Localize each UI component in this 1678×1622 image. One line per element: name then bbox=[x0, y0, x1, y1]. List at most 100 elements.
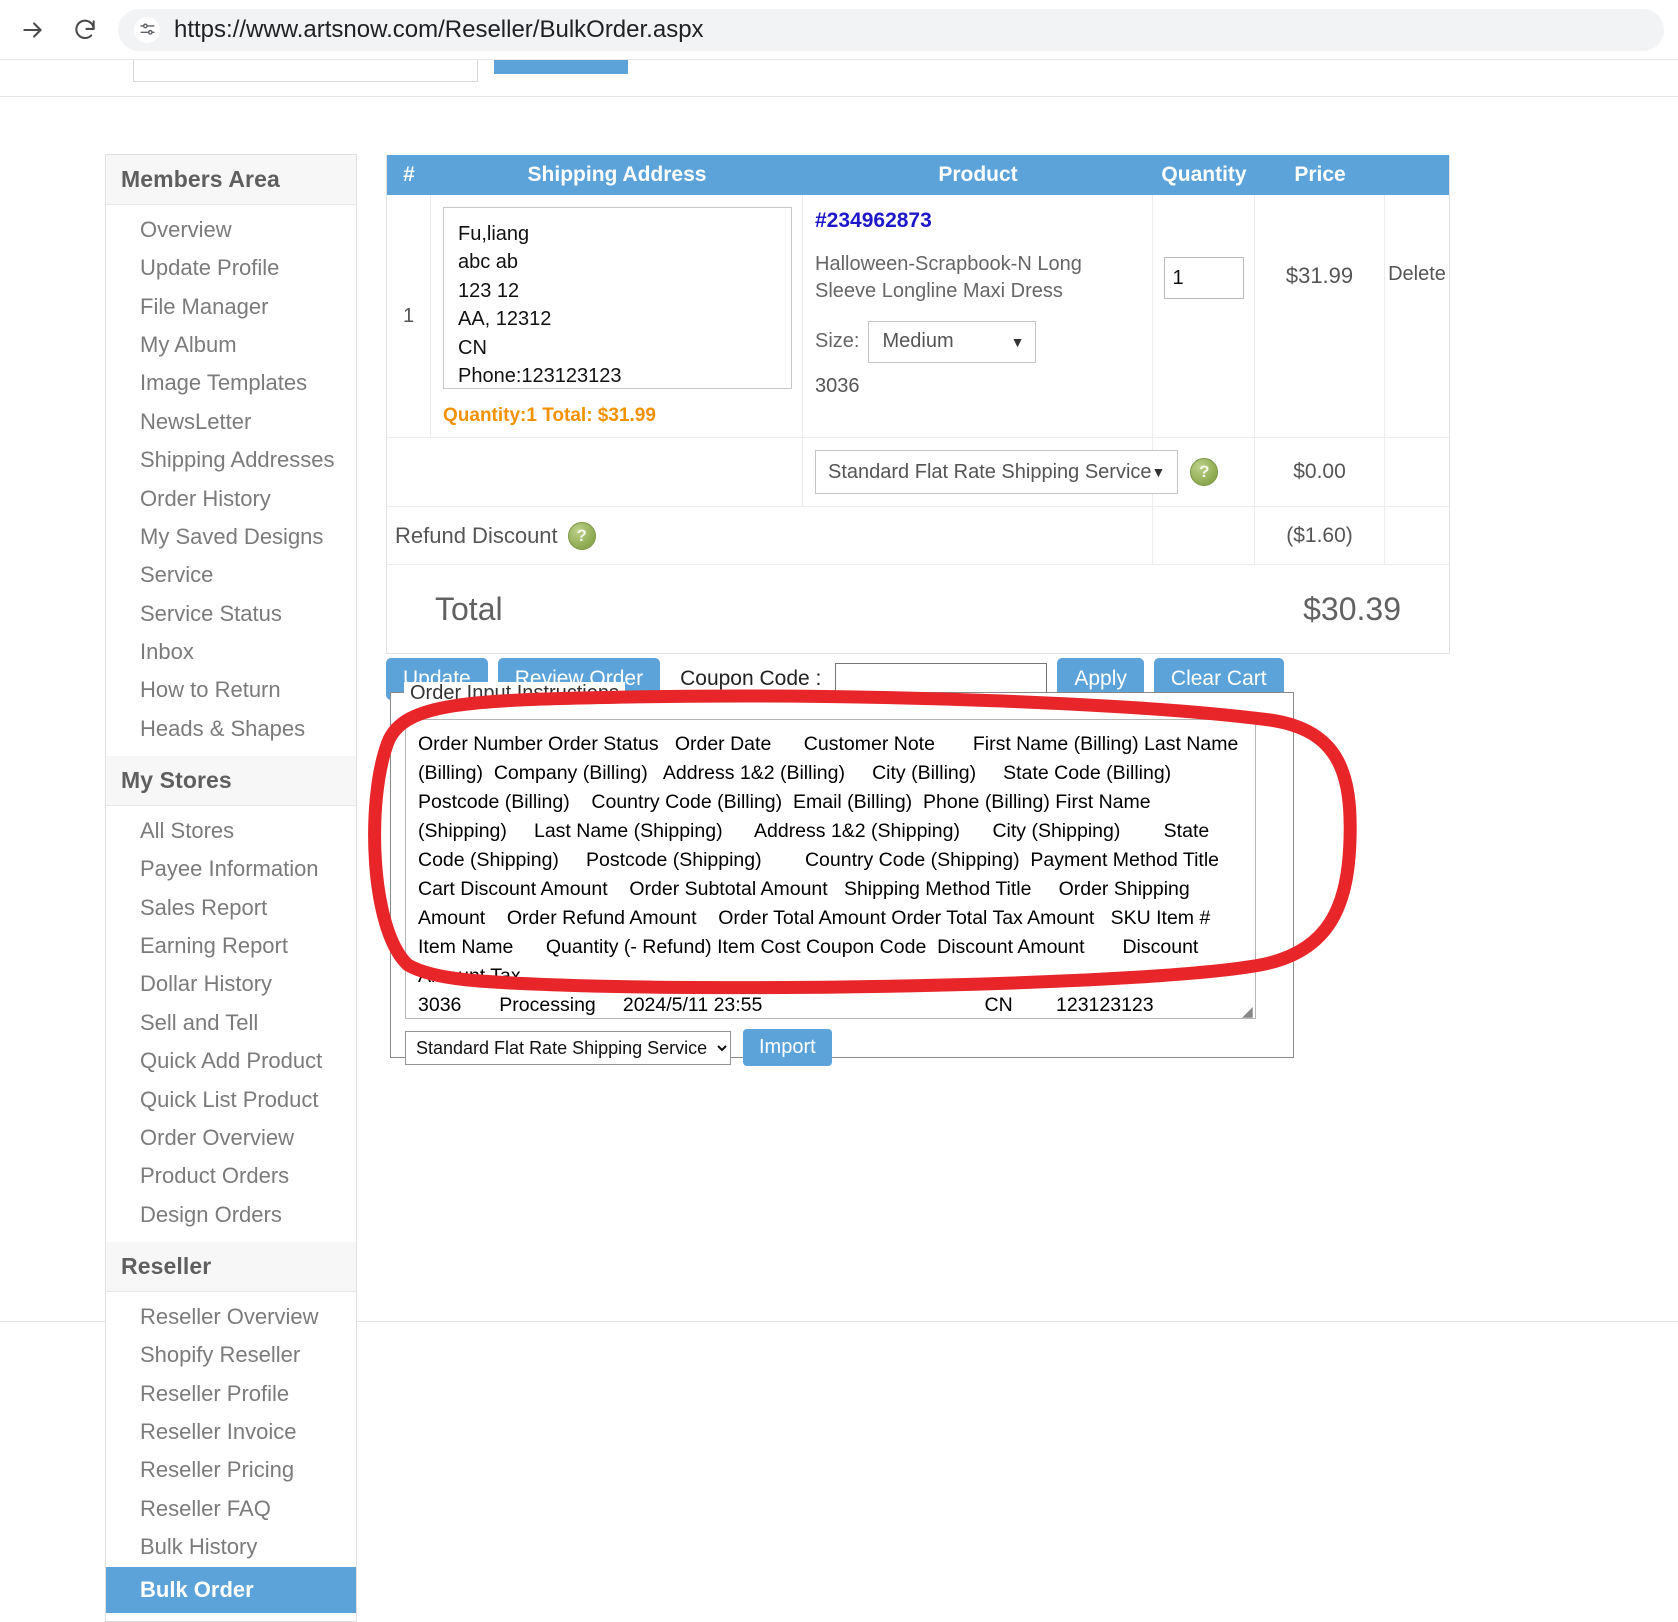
sidebar-item-bulk-order[interactable]: Bulk Order bbox=[106, 1566, 356, 1613]
row-quantity-total: Quantity:1 Total: $31.99 bbox=[443, 405, 656, 426]
shipping-price: $0.00 bbox=[1255, 438, 1385, 506]
sidebar-item-reseller-profile[interactable]: Reseller Profile bbox=[106, 1375, 356, 1413]
header-number: # bbox=[403, 163, 415, 186]
sidebar-group-list: Reseller Overview Shopify Reseller Reselle… bbox=[106, 1292, 356, 1621]
header-quantity: Quantity bbox=[1161, 163, 1247, 186]
forward-arrow-icon[interactable] bbox=[14, 11, 52, 49]
import-button[interactable]: Import bbox=[743, 1029, 832, 1066]
order-input-instructions-panel: Order Number Order Status Order Date Cus… bbox=[390, 692, 1294, 1066]
sidebar-group-title: Reseller bbox=[106, 1241, 356, 1292]
sidebar-item-sell-and-tell[interactable]: Sell and Tell bbox=[106, 1004, 356, 1042]
shipping-row-spacer bbox=[387, 438, 803, 506]
chevron-down-icon: ▼ bbox=[1010, 333, 1025, 350]
sidebar-item-sales-report[interactable]: Sales Report bbox=[106, 889, 356, 927]
refund-amount: ($1.60) bbox=[1255, 507, 1385, 564]
page-tab-active-stub bbox=[494, 60, 628, 74]
sidebar-item-order-history[interactable]: Order History bbox=[106, 480, 356, 518]
coupon-code-label: Coupon Code : bbox=[680, 667, 822, 690]
sidebar-item-reseller-faq[interactable]: Reseller FAQ bbox=[106, 1490, 356, 1528]
sidebar-item-quick-list-product[interactable]: Quick List Product bbox=[106, 1081, 356, 1119]
order-total-row: Total $30.39 bbox=[387, 565, 1449, 653]
sidebar-item-overview[interactable]: Overview bbox=[106, 211, 356, 249]
size-row: Size: Medium ▼ bbox=[815, 320, 1140, 363]
size-select[interactable]: Medium ▼ bbox=[868, 320, 1037, 363]
url-text: https://www.artsnow.com/Reseller/BulkOrd… bbox=[174, 15, 704, 43]
sidebar-item-newsletter[interactable]: NewsLetter bbox=[106, 403, 356, 441]
shipping-actions-cell bbox=[1385, 438, 1449, 506]
sidebar-item-reseller-pricing[interactable]: Reseller Pricing bbox=[106, 1451, 356, 1489]
import-controls: Standard Flat Rate Shipping Service Impo… bbox=[405, 1029, 832, 1066]
page-content: Members Area Overview Update Profile File M… bbox=[0, 60, 1678, 1622]
sidebar-item-how-to-return[interactable]: How to Return bbox=[106, 671, 356, 709]
sidebar-item-design-orders[interactable]: Design Orders bbox=[106, 1196, 356, 1234]
row-price: $31.99 bbox=[1255, 195, 1385, 437]
header-price: Price bbox=[1294, 163, 1346, 186]
sidebar-item-dollar-history[interactable]: Dollar History bbox=[106, 965, 356, 1003]
site-settings-icon[interactable] bbox=[134, 16, 160, 43]
sidebar-item-my-album[interactable]: My Album bbox=[106, 326, 356, 364]
table-row: 1 Fu,liang abc ab 123 12 AA, 12312 CN Ph… bbox=[387, 195, 1449, 438]
sidebar-item-payee-information[interactable]: Payee Information bbox=[106, 850, 356, 888]
shipping-quantity-cell bbox=[1153, 438, 1255, 506]
divider-top bbox=[0, 96, 1678, 97]
shipping-method-value: Standard Flat Rate Shipping Service bbox=[828, 460, 1152, 483]
refund-discount-label: Refund Discount bbox=[395, 522, 558, 548]
textarea-resize-handle[interactable]: ◢ bbox=[1242, 1003, 1256, 1019]
sidebar-item-product-orders[interactable]: Product Orders bbox=[106, 1157, 356, 1195]
sidebar-item-inbox[interactable]: Inbox bbox=[106, 633, 356, 671]
row-quantity-cell bbox=[1153, 195, 1255, 437]
sidebar-item-all-stores[interactable]: All Stores bbox=[106, 812, 356, 850]
product-name: Halloween-Scrapbook-N Long Sleeve Longli… bbox=[815, 253, 1082, 302]
quantity-input[interactable] bbox=[1163, 257, 1244, 299]
sidebar-item-reseller-invoice[interactable]: Reseller Invoice bbox=[106, 1413, 356, 1451]
shipping-address-textarea[interactable]: Fu,liang abc ab 123 12 AA, 12312 CN Phon… bbox=[443, 207, 792, 389]
sidebar-item-heads-shapes[interactable]: Heads & Shapes bbox=[106, 710, 356, 748]
header-shipping-address: Shipping Address bbox=[527, 163, 707, 186]
sidebar-item-service[interactable]: Service bbox=[106, 556, 356, 594]
refund-quantity-cell bbox=[1153, 507, 1255, 564]
sidebar-item-reseller-overview[interactable]: Reseller Overview bbox=[106, 1298, 356, 1336]
order-table: # Shipping Address Product Quantity Pric… bbox=[386, 155, 1450, 654]
browser-toolbar: https://www.artsnow.com/Reseller/BulkOrd… bbox=[0, 0, 1678, 60]
page-tab-stub bbox=[133, 60, 478, 82]
order-table-header: # Shipping Address Product Quantity Pric… bbox=[387, 155, 1449, 195]
sidebar-item-earning-report[interactable]: Earning Report bbox=[106, 927, 356, 965]
import-shipping-select[interactable]: Standard Flat Rate Shipping Service bbox=[405, 1030, 731, 1065]
sidebar-item-shopify-reseller[interactable]: Shopify Reseller bbox=[106, 1336, 356, 1374]
sidebar-item-service-status[interactable]: Service Status bbox=[106, 595, 356, 633]
sidebar-group-title: Members Area bbox=[106, 155, 356, 205]
sidebar-item-update-profile[interactable]: Update Profile bbox=[106, 249, 356, 287]
instructions-legend: Order Input Instructions bbox=[404, 682, 625, 705]
size-label: Size: bbox=[815, 330, 860, 353]
coupon-code-input[interactable] bbox=[835, 662, 1048, 696]
sidebar-item-quick-add-product[interactable]: Quick Add Product bbox=[106, 1042, 356, 1080]
product-id-link[interactable]: #234962873 bbox=[815, 209, 1140, 233]
refund-help-icon[interactable]: ? bbox=[567, 521, 596, 550]
sidebar-item-image-templates[interactable]: Image Templates bbox=[106, 364, 356, 402]
sidebar-group-list: Overview Update Profile File Manager My Alb… bbox=[106, 205, 356, 756]
sidebar-item-file-manager[interactable]: File Manager bbox=[106, 288, 356, 326]
header-product: Product bbox=[938, 163, 1018, 186]
delete-button[interactable]: Delete bbox=[1385, 195, 1449, 437]
refund-discount-label-cell: Refund Discount ? bbox=[387, 507, 1153, 564]
product-sku: 3036 bbox=[815, 374, 860, 397]
sidebar-item-shipping-addresses[interactable]: Shipping Addresses bbox=[106, 441, 356, 479]
shipping-method-select[interactable]: Standard Flat Rate Shipping Service ▼ bbox=[815, 450, 1179, 494]
total-label: Total bbox=[435, 590, 503, 627]
row-address-cell: Fu,liang abc ab 123 12 AA, 12312 CN Phon… bbox=[431, 195, 803, 437]
sidebar-group-title: My Stores bbox=[106, 756, 356, 807]
total-value: $30.39 bbox=[1303, 590, 1401, 627]
sidebar-item-my-saved-designs[interactable]: My Saved Designs bbox=[106, 518, 356, 556]
sidebar-item-order-overview[interactable]: Order Overview bbox=[106, 1119, 356, 1157]
sidebar-item-bulk-history[interactable]: Bulk History bbox=[106, 1528, 356, 1566]
refund-discount-row: Refund Discount ? ($1.60) bbox=[387, 507, 1449, 565]
sidebar-group-list: All Stores Payee Information Sales Report E… bbox=[106, 806, 356, 1242]
row-index: 1 bbox=[387, 195, 431, 437]
row-product-cell: #234962873 Halloween-Scrapbook-N Long Sl… bbox=[803, 195, 1153, 437]
address-bar[interactable]: https://www.artsnow.com/Reseller/BulkOrd… bbox=[118, 8, 1664, 51]
sidebar: Members Area Overview Update Profile File M… bbox=[105, 154, 357, 1622]
shipping-method-cell: Standard Flat Rate Shipping Service ▼ ? bbox=[803, 438, 1219, 506]
shipping-method-row: Standard Flat Rate Shipping Service ▼ ? … bbox=[387, 438, 1449, 507]
reload-icon[interactable] bbox=[66, 11, 104, 49]
order-input-textarea[interactable]: Order Number Order Status Order Date Cus… bbox=[405, 719, 1256, 1019]
